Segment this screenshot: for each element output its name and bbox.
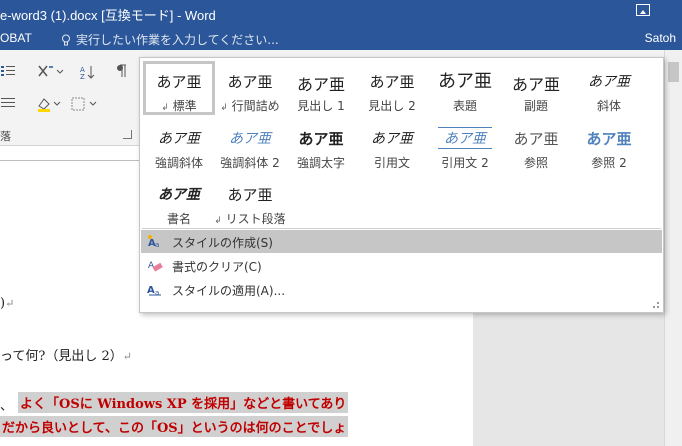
svg-text:a: a (155, 241, 159, 249)
document-line-1[interactable]: )↵ (0, 296, 14, 311)
style-sample: あア亜 (438, 127, 492, 149)
style-tile-no-spacing[interactable]: あア亜 ↲ 行間詰め (214, 61, 286, 115)
style-sample: あア亜 (511, 75, 560, 94)
menu-item-label: スタイルの作成(S) (172, 236, 273, 250)
menu-item-label: スタイルの適用(A)... (172, 284, 286, 298)
style-sample: あア亜 (227, 186, 273, 204)
clear-formatting-icon: A (147, 258, 163, 273)
paragraph-mark: ↵ (122, 350, 132, 363)
create-style-menu-item[interactable]: Aa スタイルの作成(S) (141, 230, 662, 253)
style-name: ↲ リスト段落 (214, 212, 286, 226)
create-style-icon: Aa (147, 234, 163, 249)
style-sample: あア亜 (369, 73, 415, 91)
style-name: 強調斜体 (154, 156, 203, 170)
style-tile-heading-1[interactable]: あア亜 見出し 1 (285, 61, 357, 115)
paragraph-mark: ↵ (5, 297, 15, 310)
line-3-prefix: 、 (0, 399, 14, 414)
style-tile-strong[interactable]: あア亜 強調太字 (285, 118, 357, 172)
style-tile-emphasis-italic-2[interactable]: あア亜 強調斜体 2 (214, 118, 286, 172)
paragraph-group-label: 落 (0, 130, 11, 143)
borders-icon[interactable] (70, 96, 100, 112)
style-name: 強調斜体 2 (220, 156, 280, 170)
ribbon-display-options-icon[interactable] (636, 4, 650, 16)
style-tile-normal[interactable]: あア亜 ↲ 標準 (143, 61, 215, 115)
lightbulb-icon (62, 34, 70, 46)
style-sample: あア亜 (296, 75, 345, 94)
style-name: 引用文 2 (441, 156, 489, 170)
style-sample: あア亜 (229, 131, 271, 147)
title-bar: e-word3 (1).docx [互換モード] - Word (0, 0, 682, 28)
style-sample: あア亜 (158, 131, 200, 147)
style-gallery-dropdown: あア亜 ↲ 標準 あア亜 ↲ 行間詰め あア亜 見出し 1 あア亜 見出し 2 … (139, 57, 664, 313)
shading-icon[interactable] (36, 96, 66, 112)
tell-me-placeholder: 実行したい作業を入力してください... (76, 33, 279, 47)
show-marks-icon[interactable] (114, 64, 130, 80)
style-tile-heading-2[interactable]: あア亜 見出し 2 (356, 61, 428, 115)
style-tile-intense-reference[interactable]: あア亜 参照 2 (573, 118, 645, 172)
highlighted-text-line-1[interactable]: よく「OSに Windows XP を採用」などと書いてあり (18, 392, 349, 413)
style-sample: あア亜 (586, 130, 632, 148)
style-name: 参照 2 (591, 156, 627, 170)
style-name: 見出し 2 (368, 99, 416, 113)
style-tile-subtle-reference[interactable]: あア亜 参照 (500, 118, 572, 172)
user-name[interactable]: Satoh (645, 31, 676, 45)
scrollbar-thumb[interactable] (668, 62, 679, 82)
document-line-heading[interactable]: って何?（見出し 2）↵ (0, 345, 132, 364)
style-sample: あア亜 (371, 131, 413, 147)
list-bullets-icon[interactable] (0, 64, 16, 80)
clear-formatting-menu-item[interactable]: A 書式のクリア(C) (141, 254, 662, 277)
style-name: 表題 (452, 99, 477, 113)
document-line-prefix: 、 (0, 395, 13, 414)
asian-layout-icon[interactable] (36, 64, 66, 80)
highlighted-text-line-2[interactable]: だから良いとして、この「OS」というのは何のことでしょ (0, 416, 349, 437)
sort-icon[interactable]: AZ (80, 64, 96, 81)
style-tile-title[interactable]: あア亜 表題 (429, 61, 501, 115)
apply-styles-icon: Aa (147, 282, 163, 297)
style-name: 強調太字 (296, 156, 345, 170)
style-sample: あア亜 (438, 71, 492, 92)
menu-item-label: 書式のクリア(C) (172, 260, 262, 274)
style-name: 書名 (166, 212, 191, 226)
heading-text: って何?（見出し 2） (0, 349, 123, 364)
style-sample-wrap: あア亜 (429, 127, 501, 149)
style-tile-list-paragraph[interactable]: あア亜 ↲ リスト段落 (214, 174, 286, 228)
style-tile-book-title[interactable]: あア亜 書名 (143, 174, 215, 228)
style-tile-quote[interactable]: あア亜 引用文 (356, 118, 428, 172)
style-name: 引用文 (373, 156, 410, 170)
style-sample: あア亜 (588, 74, 630, 90)
tabs-bar: OBAT 実行したい作業を入力してください... Satoh (0, 28, 682, 50)
window-title: e-word3 (1).docx [互換モード] - Word (0, 8, 216, 23)
svg-text:Z: Z (80, 73, 85, 80)
style-name: ↲ 標準 (161, 99, 197, 113)
style-sample: あア亜 (227, 73, 273, 91)
style-sample: あア亜 (156, 73, 202, 91)
svg-text:a: a (155, 289, 159, 297)
line-spacing-icon[interactable] (0, 96, 16, 112)
style-name: 副題 (523, 99, 548, 113)
tell-me-search[interactable]: 実行したい作業を入力してください... (60, 31, 279, 48)
style-tile-subtitle[interactable]: あア亜 副題 (500, 61, 572, 115)
style-tile-italic[interactable]: あア亜 斜体 (573, 61, 645, 115)
apply-styles-menu-item[interactable]: Aa スタイルの適用(A)... (141, 278, 662, 301)
style-name: 見出し 1 (297, 99, 345, 113)
style-tile-intense-quote[interactable]: あア亜 引用文 2 (429, 118, 501, 172)
style-name: ↲ 行間詰め (220, 99, 280, 113)
tab-acrobat[interactable]: OBAT (0, 31, 32, 45)
dialog-launcher-icon[interactable] (123, 130, 132, 139)
style-name: 斜体 (596, 99, 621, 113)
resize-grip-icon[interactable] (652, 301, 660, 309)
svg-text:A: A (147, 285, 155, 296)
style-sample: あア亜 (158, 187, 200, 203)
style-sample: あア亜 (513, 130, 559, 148)
style-name: 参照 (523, 156, 548, 170)
style-tile-emphasis-italic[interactable]: あア亜 強調斜体 (143, 118, 215, 172)
style-sample: あア亜 (298, 130, 344, 148)
vertical-scrollbar[interactable] (664, 50, 682, 446)
menu-separator (142, 228, 661, 229)
